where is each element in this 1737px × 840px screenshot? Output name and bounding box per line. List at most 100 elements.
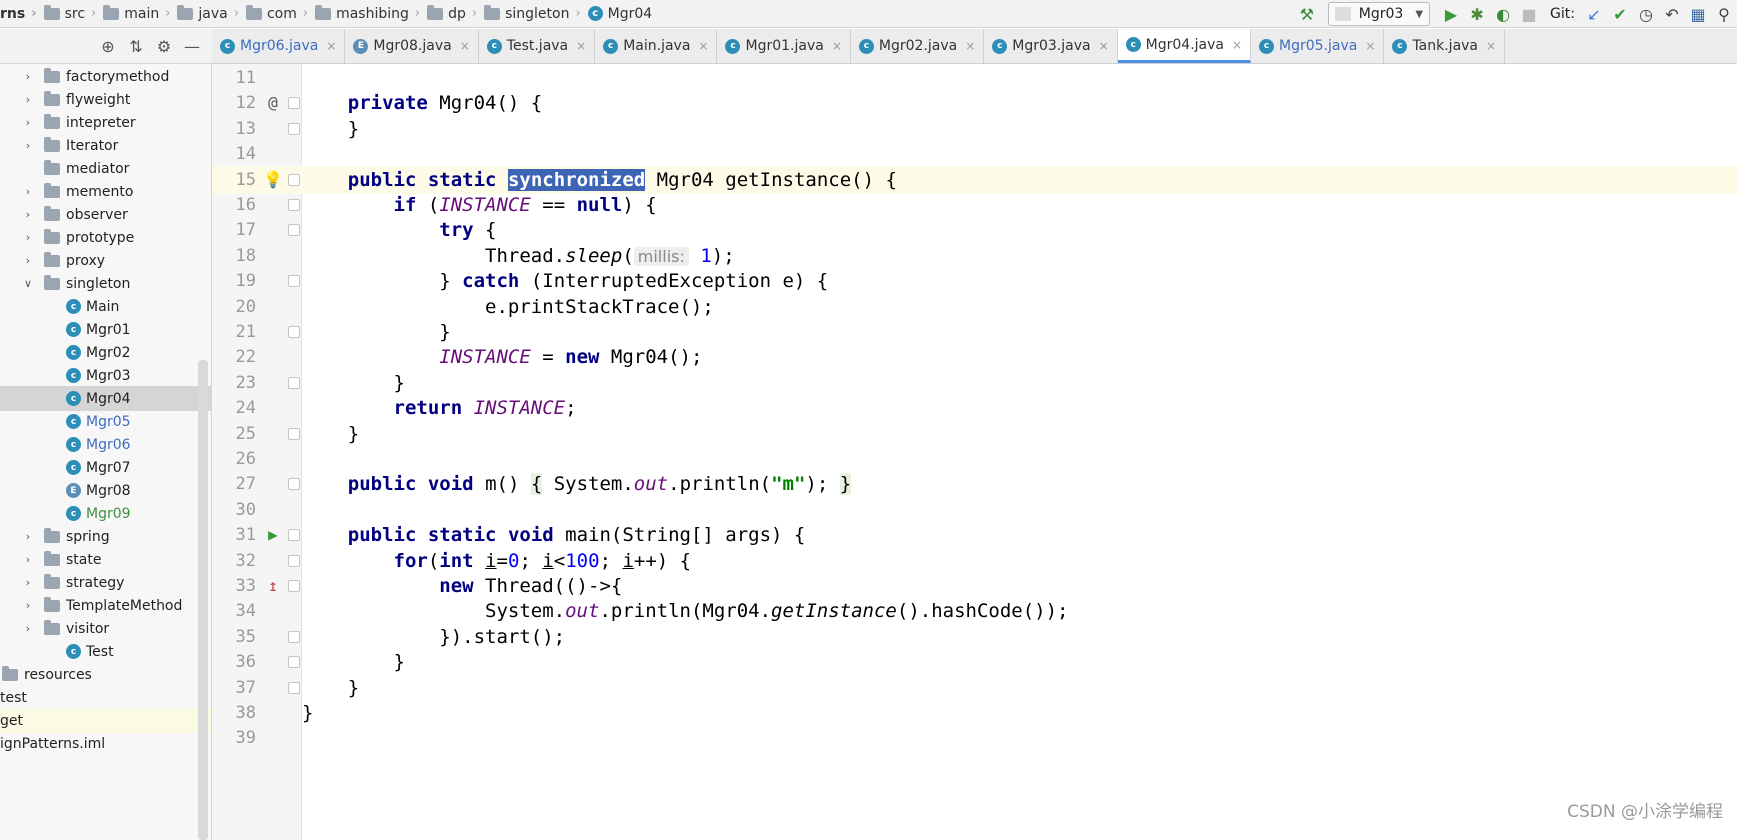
code-line-38[interactable]: } bbox=[302, 699, 1737, 727]
tab-test[interactable]: c Test.java × bbox=[479, 29, 596, 63]
gutter-line[interactable]: 24 bbox=[212, 394, 302, 422]
implementation-marker-icon[interactable]: ↥ bbox=[262, 572, 284, 600]
code-line-11[interactable] bbox=[302, 64, 1737, 92]
fold-marker-icon[interactable] bbox=[288, 376, 300, 389]
fold-marker-icon[interactable] bbox=[288, 529, 300, 542]
chevron-right-icon[interactable]: › bbox=[22, 231, 34, 244]
code-line-37[interactable]: } bbox=[302, 674, 1737, 702]
chevron-right-icon[interactable]: › bbox=[22, 530, 34, 543]
code-line-30[interactable] bbox=[302, 496, 1737, 524]
close-icon[interactable]: × bbox=[326, 39, 336, 53]
code-line-13[interactable]: } bbox=[302, 115, 1737, 143]
code-line-21[interactable]: } bbox=[302, 318, 1737, 346]
code-line-18[interactable]: Thread.sleep(millis: 1); bbox=[302, 242, 1737, 270]
run-configuration-select[interactable]: Mgr03 ▼ bbox=[1327, 2, 1431, 26]
fold-marker-icon[interactable] bbox=[288, 630, 300, 643]
gutter-line[interactable]: 23 bbox=[212, 369, 302, 397]
code-line-22[interactable]: INSTANCE = new Mgr04(); bbox=[302, 343, 1737, 371]
breadcrumb-item[interactable]: c Mgr04 bbox=[581, 6, 652, 22]
breadcrumb-item[interactable]: singleton › bbox=[477, 4, 581, 22]
tree-item-spring[interactable]: › spring bbox=[0, 524, 211, 549]
tab-mgr05[interactable]: c Mgr05.java × bbox=[1251, 29, 1385, 63]
fold-marker-icon[interactable] bbox=[288, 173, 300, 186]
gutter-line[interactable]: 20 bbox=[212, 293, 302, 321]
tree-item-mgr01[interactable]: c Mgr01 bbox=[0, 317, 211, 342]
close-icon[interactable]: × bbox=[1232, 38, 1242, 52]
project-structure-icon[interactable]: ▦ bbox=[1685, 0, 1711, 28]
minimize-icon[interactable]: — bbox=[178, 37, 206, 56]
git-update-icon[interactable]: ↙ bbox=[1581, 0, 1607, 28]
code-line-23[interactable]: } bbox=[302, 369, 1737, 397]
gutter-line[interactable]: 36 bbox=[212, 648, 302, 676]
tree-item-proxy[interactable]: › proxy bbox=[0, 248, 211, 273]
fold-marker-icon[interactable] bbox=[288, 275, 300, 288]
collapse-all-icon[interactable]: ⇅ bbox=[122, 37, 150, 56]
chevron-right-icon[interactable]: › bbox=[22, 254, 34, 267]
tree-item-prototype[interactable]: › prototype bbox=[0, 225, 211, 250]
tree-item-observer[interactable]: › observer bbox=[0, 202, 211, 227]
code-line-31[interactable]: public static void main(String[] args) { bbox=[302, 521, 1737, 549]
code-line-15[interactable]: public static synchronized Mgr04 getInst… bbox=[302, 165, 1737, 194]
code-line-32[interactable]: for(int i=0; i<100; i++) { bbox=[302, 547, 1737, 575]
tree-item-main[interactable]: c Main bbox=[0, 294, 211, 319]
tree-item-factorymethod[interactable]: › factorymethod bbox=[0, 64, 211, 89]
tab-mgr04[interactable]: c Mgr04.java × bbox=[1117, 29, 1252, 63]
tab-mgr03[interactable]: c Mgr03.java × bbox=[984, 29, 1118, 63]
chevron-right-icon[interactable]: › bbox=[22, 116, 34, 129]
fold-marker-icon[interactable] bbox=[288, 97, 300, 110]
tab-mgr02[interactable]: c Mgr02.java × bbox=[851, 29, 985, 63]
code-line-36[interactable]: } bbox=[302, 648, 1737, 676]
close-icon[interactable]: × bbox=[576, 39, 586, 53]
gutter-line[interactable]: 30 bbox=[212, 496, 302, 524]
fold-marker-icon[interactable] bbox=[288, 478, 300, 491]
tab-tank[interactable]: c Tank.java × bbox=[1384, 29, 1506, 63]
fold-marker-icon[interactable] bbox=[288, 554, 300, 567]
chevron-right-icon[interactable]: › bbox=[22, 93, 34, 106]
tree-item-mgr09[interactable]: c Mgr09 bbox=[0, 501, 211, 526]
tree-item-visitor[interactable]: › visitor bbox=[0, 616, 211, 641]
gutter-line[interactable]: 27 bbox=[212, 470, 302, 498]
tree-item-get[interactable]: get bbox=[0, 708, 211, 734]
gutter-line[interactable]: 12 @ bbox=[212, 89, 302, 117]
close-icon[interactable]: × bbox=[832, 39, 842, 53]
close-icon[interactable]: × bbox=[965, 39, 975, 53]
breadcrumb-item[interactable]: rns › bbox=[0, 6, 37, 22]
tab-main[interactable]: c Main.java × bbox=[595, 29, 718, 63]
fold-marker-icon[interactable] bbox=[288, 326, 300, 338]
chevron-right-icon[interactable]: › bbox=[22, 576, 34, 589]
close-icon[interactable]: × bbox=[698, 39, 708, 53]
coverage-icon[interactable]: ◐ bbox=[1490, 0, 1516, 28]
tree-item-mgr08[interactable]: E Mgr08 bbox=[0, 478, 211, 503]
gutter-line[interactable]: 14 bbox=[212, 140, 302, 168]
close-icon[interactable]: × bbox=[1486, 39, 1496, 53]
code-line-19[interactable]: } catch (InterruptedException e) { bbox=[302, 267, 1737, 295]
code-line-14[interactable] bbox=[302, 140, 1737, 168]
tree-item-mgr07[interactable]: c Mgr07 bbox=[0, 455, 211, 480]
tree-item-strategy[interactable]: › strategy bbox=[0, 570, 211, 595]
chevron-right-icon[interactable]: › bbox=[22, 208, 34, 221]
build-hammer-icon[interactable]: ⚒ bbox=[1294, 0, 1320, 28]
tree-item-iterator[interactable]: › Iterator bbox=[0, 133, 211, 158]
gutter-line[interactable]: 32 bbox=[212, 547, 302, 575]
gutter-line[interactable]: 22 bbox=[212, 343, 302, 371]
code-line-24[interactable]: return INSTANCE; bbox=[302, 394, 1737, 422]
run-icon[interactable]: ▶ bbox=[1438, 0, 1464, 28]
stop-icon[interactable]: ■ bbox=[1516, 0, 1542, 28]
close-icon[interactable]: × bbox=[1099, 39, 1109, 53]
debug-icon[interactable]: ✱ bbox=[1464, 0, 1490, 28]
tree-item-intepreter[interactable]: › intepreter bbox=[0, 110, 211, 135]
gutter-line[interactable]: 17 bbox=[212, 216, 302, 244]
tree-item-singleton[interactable]: ∨ singleton bbox=[0, 271, 211, 296]
gutter-line[interactable]: 13 bbox=[212, 115, 302, 143]
tree-item-ignpatterns-iml[interactable]: ignPatterns.iml bbox=[0, 731, 211, 756]
close-icon[interactable]: × bbox=[1365, 39, 1375, 53]
chevron-right-icon[interactable]: › bbox=[22, 599, 34, 612]
tree-item-test[interactable]: c Test bbox=[0, 639, 211, 664]
gear-icon[interactable]: ⚙ bbox=[150, 37, 178, 56]
gutter-line[interactable]: 19 bbox=[212, 267, 302, 295]
fold-marker-icon[interactable] bbox=[288, 224, 300, 237]
tree-item-templatemethod[interactable]: › TemplateMethod bbox=[0, 593, 211, 618]
code-line-26[interactable] bbox=[302, 445, 1737, 473]
code-editor[interactable]: private Mgr04() { } public static synchr… bbox=[302, 64, 1737, 840]
breadcrumb-item[interactable]: dp › bbox=[420, 4, 477, 22]
